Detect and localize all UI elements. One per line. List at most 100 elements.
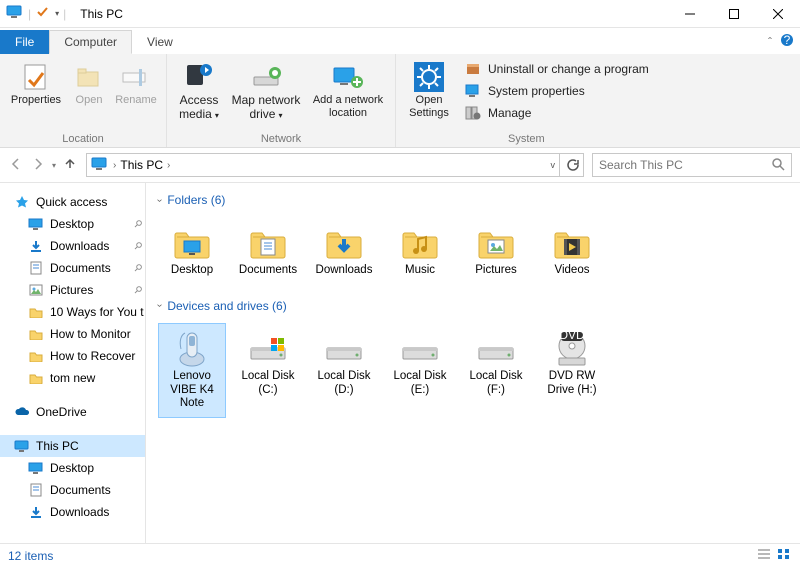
properties-button[interactable]: Properties [6,58,66,107]
folder-item[interactable]: Desktop [158,217,226,285]
tree-item[interactable]: How to Monitor [0,323,145,345]
item-label: Music [389,264,451,278]
tree-item[interactable]: 10 Ways for You t [0,301,145,323]
view-large-icons-icon[interactable] [776,547,792,564]
tree-item[interactable]: Pictures⚲ [0,279,145,301]
group-label-network: Network [173,133,389,145]
pin-icon: ⚲ [131,218,144,231]
folder-item[interactable]: Videos [538,217,606,285]
rename-button[interactable]: Rename [112,58,160,107]
tree-item-label: Documents [50,483,111,497]
content-pane[interactable]: › Folders (6) Desktop Documents Downloads M… [146,183,800,543]
ribbon-tab-strip: File Computer View ˆ ? [0,28,800,54]
open-button[interactable]: Open [68,58,110,107]
tab-computer[interactable]: Computer [49,30,132,54]
uninstall-program-button[interactable]: Uninstall or change a program [462,60,651,78]
folder-icon [28,482,44,498]
tree-item[interactable]: Desktop [0,457,145,479]
access-media-button[interactable]: Access media ▾ [173,58,225,122]
group-label-system: System [402,133,651,145]
qat-dropdown-icon[interactable]: ▾ [55,9,59,18]
maximize-button[interactable] [712,0,756,28]
drives-header[interactable]: › Devices and drives (6) [158,299,788,313]
item-label: Local Disk (D:) [313,370,375,398]
folder-item[interactable]: Music [386,217,454,285]
tree-item-label: tom new [50,371,95,385]
chevron-right-icon[interactable]: › [113,160,116,171]
tree-item[interactable]: Downloads⚲ [0,235,145,257]
pin-icon: ⚲ [131,262,144,275]
manage-icon [464,105,482,121]
tree-this-pc[interactable]: This PC [0,435,145,457]
tree-item[interactable]: Documents⚲ [0,257,145,279]
drive-item[interactable]: DVDDVD RW Drive (H:) [538,323,606,418]
chevron-down-icon[interactable]: › [154,198,165,201]
manage-button[interactable]: Manage [462,104,651,122]
search-icon[interactable] [771,157,785,174]
breadcrumb-label[interactable]: This PC [120,158,163,172]
minimize-button[interactable] [668,0,712,28]
folder-icon [28,282,44,298]
search-box[interactable] [592,153,792,177]
chevron-down-icon[interactable]: › [154,304,165,307]
drive-item[interactable]: Local Disk (C:) [234,323,302,418]
map-network-drive-button[interactable]: Map network drive ▾ [227,58,305,122]
separator: | [28,7,31,21]
nav-recent-icon[interactable]: ▾ [52,161,56,170]
search-input[interactable] [599,158,771,172]
drive-item[interactable]: Local Disk (F:) [462,323,530,418]
item-label: DVD RW Drive (H:) [541,370,603,398]
folders-header[interactable]: › Folders (6) [158,193,788,207]
drive-item[interactable]: Local Disk (D:) [310,323,378,418]
this-pc-icon [14,438,30,454]
drive-item[interactable]: Lenovo VIBE K4 Note [158,323,226,418]
tree-item-label: How to Recover [50,349,135,363]
svg-text:?: ? [784,33,791,47]
nav-up-icon[interactable] [62,156,78,175]
folder-icon [28,370,44,386]
view-details-icon[interactable] [756,547,772,564]
tree-item[interactable]: How to Recover [0,345,145,367]
osdisk-icon [237,328,299,370]
group-label-location: Location [6,133,160,145]
tab-file[interactable]: File [0,30,49,54]
drive-item[interactable]: Local Disk (E:) [386,323,454,418]
folder-item[interactable]: Downloads [310,217,378,285]
refresh-button[interactable] [560,153,584,177]
navigation-tree[interactable]: Quick access Desktop⚲Downloads⚲Documents… [0,183,146,543]
tree-item[interactable]: Desktop ⚲ [0,213,145,235]
tree-item[interactable]: Downloads [0,501,145,523]
tree-item-label: Desktop [50,217,94,231]
close-button[interactable] [756,0,800,28]
help-icon[interactable]: ? [780,33,794,50]
breadcrumb-root: › This PC › [91,157,170,174]
phone-icon [161,328,223,370]
folder-icon [28,326,44,342]
qat-properties-icon[interactable] [35,4,51,23]
ribbon-group-system: Open Settings Uninstall or change a prog… [396,54,657,147]
item-label: Documents [237,264,299,278]
tab-view[interactable]: View [132,30,188,54]
tree-item[interactable]: tom new [0,367,145,389]
collapse-ribbon-icon[interactable]: ˆ [768,35,772,49]
status-item-count: 12 items [8,549,53,563]
nav-forward-icon[interactable] [30,156,46,175]
tree-item-label: Desktop [50,461,94,475]
documents-icon [237,222,299,264]
folder-item[interactable]: Documents [234,217,302,285]
folder-item[interactable]: Pictures [462,217,530,285]
address-history-icon[interactable]: v [551,160,556,170]
open-settings-button[interactable]: Open Settings [402,58,456,119]
tree-quick-access[interactable]: Quick access [0,191,145,213]
tree-item[interactable]: Documents [0,479,145,501]
add-network-location-button[interactable]: Add a network location [307,58,389,119]
nav-back-icon[interactable] [8,156,24,175]
system-properties-button[interactable]: System properties [462,82,651,100]
address-bar[interactable]: › This PC › v [86,153,560,177]
chevron-right-icon[interactable]: › [167,160,170,171]
folder-icon [28,460,44,476]
this-pc-icon [6,5,24,22]
ribbon-group-network: Access media ▾ Map network drive ▾ Add a… [167,54,396,147]
this-pc-icon [91,157,109,174]
tree-onedrive[interactable]: OneDrive [0,401,145,423]
